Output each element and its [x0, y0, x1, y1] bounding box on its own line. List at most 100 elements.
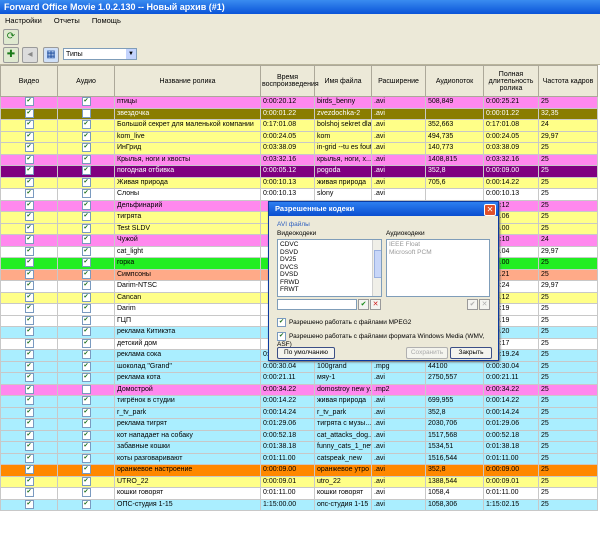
video-cell-checkbox[interactable]: ✔	[24, 223, 34, 233]
check-icon-audio[interactable]: ✔	[467, 299, 478, 310]
table-row[interactable]: ✔ ✔ птицы 0:00:20.12 birds_benny .avi 508,849 0…	[0, 96, 598, 109]
col-extension[interactable]: Расширение	[371, 65, 426, 97]
video-cell-checkbox[interactable]: ✔	[24, 131, 34, 141]
col-full-duration[interactable]: Полная длительность ролика	[483, 65, 539, 97]
video-codec-item[interactable]: FRWD	[280, 279, 379, 287]
video-cell-checkbox[interactable]: ✔	[24, 430, 34, 440]
audio-cell-checkbox[interactable]: ✔	[81, 223, 91, 233]
audio-cell-checkbox[interactable]: ✔	[81, 407, 91, 417]
table-row[interactable]: ✔ ✔ r_tv_park 0:00:14.24 r_tv_park .avi 352,8 0…	[0, 406, 598, 419]
col-video[interactable]: Видео	[0, 65, 58, 97]
video-cell-checkbox[interactable]: ✔	[24, 120, 34, 130]
tab-avi-files[interactable]: AVI файлы	[277, 221, 310, 228]
wmv-checkbox[interactable]: ✔	[277, 332, 286, 341]
audio-cell-checkbox[interactable]: ✔	[81, 120, 91, 130]
video-cell-checkbox[interactable]: ✔	[24, 177, 34, 187]
scrollbar-thumb[interactable]	[374, 250, 381, 278]
audio-cell-checkbox[interactable]: ✔	[81, 189, 91, 199]
video-cell-checkbox[interactable]: ✔	[24, 212, 34, 222]
audio-cell-checkbox[interactable]: ✔	[81, 281, 91, 291]
audio-cell-checkbox[interactable]: ✔	[81, 315, 91, 325]
table-row[interactable]: ✔ ✔ ОПС-студия 1-15 1:15:00.00 опс-студия 1-…	[0, 498, 598, 511]
audio-cell-checkbox[interactable]: ✔	[81, 338, 91, 348]
table-row[interactable]: ✔ ✔ оранжевое настроение 0:00:09.00 оранжево…	[0, 464, 598, 477]
video-codec-input[interactable]	[277, 299, 357, 310]
close-icon[interactable]: ✕	[484, 204, 496, 216]
audio-cell-checkbox[interactable]	[81, 384, 91, 394]
table-row[interactable]: ✔ ✔ тигрёнок в студии 0:00:14.22 живая приро…	[0, 395, 598, 408]
audio-cell-checkbox[interactable]: ✔	[81, 212, 91, 222]
col-play-time[interactable]: Время воспроизведения	[260, 65, 319, 97]
video-codec-item[interactable]: CDVC	[280, 241, 379, 249]
video-cell-checkbox[interactable]: ✔	[24, 281, 34, 291]
col-file-name[interactable]: Имя файла	[314, 65, 372, 97]
audio-cell-checkbox[interactable]: ✔	[81, 396, 91, 406]
video-codec-item[interactable]: DVCS	[280, 264, 379, 272]
chevron-down-icon[interactable]: ▼	[126, 49, 136, 59]
audio-cell-checkbox[interactable]: ✔	[81, 453, 91, 463]
video-cell-checkbox[interactable]: ✔	[24, 315, 34, 325]
table-row[interactable]: ✔ ✔ коты разговаривают 0:01:11.00 catspeak_n…	[0, 452, 598, 465]
table-row[interactable]: ✔ ✔ Живая природа 0:00:10.13 живая природа .a…	[0, 176, 598, 189]
audio-cell-checkbox[interactable]: ✔	[81, 304, 91, 314]
audio-cell-checkbox[interactable]	[81, 108, 91, 118]
audio-cell-checkbox[interactable]: ✔	[81, 499, 91, 509]
audio-cell-checkbox[interactable]: ✔	[81, 97, 91, 107]
video-cell-checkbox[interactable]: ✔	[24, 304, 34, 314]
audio-cell-checkbox[interactable]: ✔	[81, 246, 91, 256]
table-row[interactable]: ✔ ✔ кот нападает на собаку 0:00:52.18 cat_at…	[0, 429, 598, 442]
type-filter-select[interactable]: Типы ▼	[63, 48, 137, 60]
table-row[interactable]: ✔ ✔ реклама кота 0:00:21.11 мяу-1 .avi 2750,55…	[0, 372, 598, 385]
video-cell-checkbox[interactable]: ✔	[24, 246, 34, 256]
table-row[interactable]: ✔ Домострой 0:00:34.22 domostroy new y... .m…	[0, 383, 598, 396]
table-row[interactable]: ✔ ✔ Большой секрет для маленькой компании 0…	[0, 119, 598, 132]
table-row[interactable]: ✔ ✔ реклама тигрят 0:01:29.06 тигрята с музы…	[0, 418, 598, 431]
audio-cell-checkbox[interactable]: ✔	[81, 465, 91, 475]
table-row[interactable]: ✔ ✔ погодная отбивка 0:00:05.12 pogoda .avi 35…	[0, 165, 598, 178]
audio-cell-checkbox[interactable]: ✔	[81, 361, 91, 371]
audio-cell-checkbox[interactable]: ✔	[81, 154, 91, 164]
add-icon[interactable]: ✚	[3, 47, 19, 63]
video-cell-checkbox[interactable]: ✔	[24, 166, 34, 176]
audio-codec-item[interactable]: IEEE Float	[389, 241, 487, 249]
video-cell-checkbox[interactable]: ✔	[24, 108, 34, 118]
audio-cell-checkbox[interactable]: ✔	[81, 143, 91, 153]
table-row[interactable]: ✔ ✔ Крылья, ноги и хвосты 0:03:32.16 крылья,…	[0, 153, 598, 166]
audio-cell-checkbox[interactable]: ✔	[81, 177, 91, 187]
video-cell-checkbox[interactable]: ✔	[24, 419, 34, 429]
refresh-icon[interactable]: ⟳	[3, 29, 19, 45]
menu-settings[interactable]: Настройки	[0, 16, 47, 25]
table-row[interactable]: ✔ ✔ ИнГрид 0:03:38.09 in-grid --tu es foutu.…	[0, 142, 598, 155]
default-button[interactable]: По умолчанию	[277, 347, 335, 359]
speaker-icon[interactable]: ◂	[22, 47, 38, 63]
video-cell-checkbox[interactable]: ✔	[24, 384, 34, 394]
audio-cell-checkbox[interactable]: ✔	[81, 131, 91, 141]
video-cell-checkbox[interactable]: ✔	[24, 453, 34, 463]
col-audio[interactable]: Аудио	[57, 65, 115, 97]
audio-codec-item[interactable]: Microsoft PCM	[389, 249, 487, 257]
video-cell-checkbox[interactable]: ✔	[24, 396, 34, 406]
video-codec-item[interactable]: FRWT	[280, 286, 379, 294]
video-cell-checkbox[interactable]: ✔	[24, 97, 34, 107]
video-cell-checkbox[interactable]: ✔	[24, 361, 34, 371]
audio-cell-checkbox[interactable]: ✔	[81, 166, 91, 176]
menu-reports[interactable]: Отчеты	[49, 16, 85, 25]
video-cell-checkbox[interactable]: ✔	[24, 465, 34, 475]
check-icon[interactable]: ✔	[358, 299, 369, 310]
close-button[interactable]: Закрыть	[450, 347, 492, 359]
audio-cell-checkbox[interactable]: ✔	[81, 373, 91, 383]
audio-cell-checkbox[interactable]: ✔	[81, 430, 91, 440]
film-icon[interactable]: ▦	[43, 47, 59, 63]
video-cell-checkbox[interactable]: ✔	[24, 499, 34, 509]
save-button[interactable]: Сохранить	[406, 347, 448, 359]
video-cell-checkbox[interactable]: ✔	[24, 327, 34, 337]
mpeg2-option[interactable]: ✔ Разрешено работать с файлами MPEG2	[277, 318, 411, 327]
col-title[interactable]: Название ролика	[114, 65, 261, 97]
table-row[interactable]: ✔ ✔ шоколад "Grand" 0:00:30.04 100grand .mpg 4…	[0, 360, 598, 373]
video-cell-checkbox[interactable]: ✔	[24, 258, 34, 268]
audio-cell-checkbox[interactable]: ✔	[81, 488, 91, 498]
video-cell-checkbox[interactable]: ✔	[24, 407, 34, 417]
video-codecs-list[interactable]: CDVC DSVD DV25 DVCS DVSD FRWD FRWT	[277, 239, 382, 297]
audio-cell-checkbox[interactable]: ✔	[81, 235, 91, 245]
video-cell-checkbox[interactable]: ✔	[24, 350, 34, 360]
